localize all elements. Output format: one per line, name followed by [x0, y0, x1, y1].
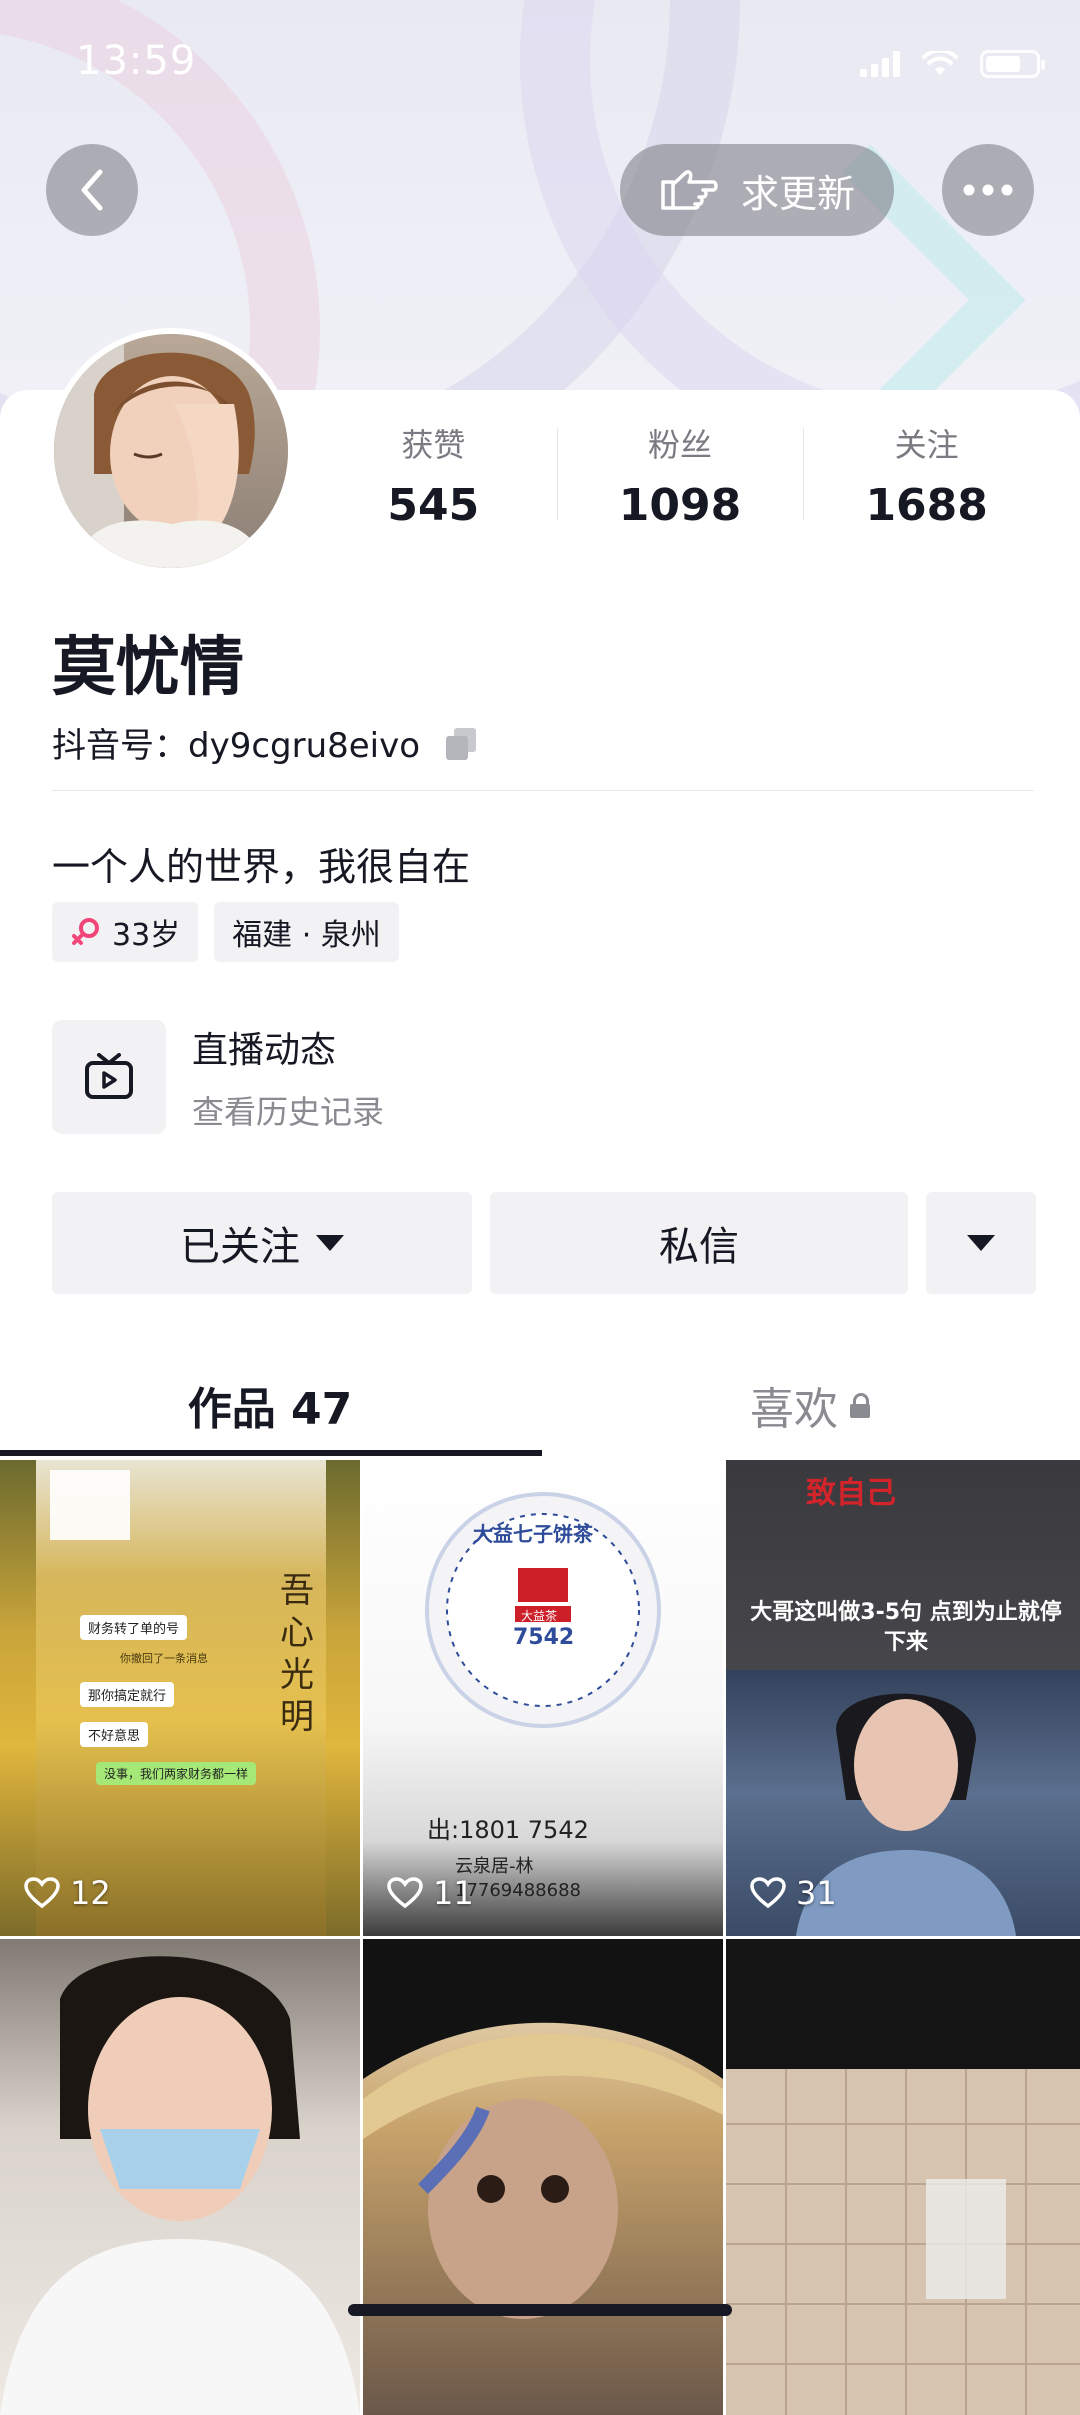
video-caption: 大哥这叫做3-5句 点到为止就停下来: [750, 1600, 1062, 1655]
chat-notice: 你撤回了一条消息: [120, 1652, 208, 1665]
stat-value: 1098: [618, 480, 742, 531]
content-tabs: 作品 47 喜欢: [0, 1350, 1080, 1460]
chat-bubble: 不好意思: [80, 1722, 149, 1747]
status-bar: 13:59: [0, 0, 1080, 130]
chat-bubble: 没事，我们两家财务都一样: [96, 1762, 257, 1785]
copy-icon[interactable]: [444, 726, 478, 760]
stat-value: 545: [387, 480, 480, 531]
video-likes: 11: [387, 1874, 474, 1912]
nickname: 莫忧情: [52, 631, 244, 705]
video-thumbnail[interactable]: [363, 1939, 723, 2415]
action-buttons: 已关注 私信: [52, 1192, 1036, 1294]
heart-icon: [24, 1877, 60, 1909]
followed-label: 已关注: [180, 1224, 300, 1270]
profile-tags: 33岁 福建 · 泉州: [52, 902, 399, 962]
divider: [52, 790, 1034, 791]
message-button[interactable]: 私信: [490, 1192, 908, 1294]
tab-indicator: [0, 1450, 542, 1456]
heart-icon: [750, 1877, 786, 1909]
chat-bubble: 财务转了单的号: [80, 1615, 188, 1640]
request-update-label: 求更新: [740, 171, 855, 216]
caret-down-icon: [967, 1235, 995, 1251]
stat-followers[interactable]: 粉丝 1098: [556, 420, 804, 540]
tab-likes-label: 喜欢: [750, 1384, 838, 1435]
stat-value: 1688: [865, 480, 988, 531]
live-tv-icon: [52, 1020, 166, 1134]
stat-following[interactable]: 关注 1688: [803, 420, 1050, 540]
calligraphy-text: 吾心光明: [280, 1571, 314, 1737]
tab-likes[interactable]: 喜欢: [540, 1350, 1080, 1460]
caret-down-icon: [316, 1235, 344, 1251]
status-time: 13:59: [76, 38, 197, 84]
bio: 一个人的世界，我很自在: [52, 845, 471, 889]
tab-works[interactable]: 作品 47: [0, 1350, 540, 1460]
video-likes: 31: [750, 1874, 837, 1912]
live-subtitle: 查看历史记录: [192, 1093, 385, 1131]
video-caption: 出:1801 7542: [427, 1816, 589, 1844]
video-thumbnail[interactable]: 致自己 大哥这叫做3-5句 点到为止就停下来 31: [726, 1460, 1080, 1936]
video-thumbnail[interactable]: [0, 1939, 360, 2415]
likes-count: 31: [796, 1874, 837, 1912]
tea-number-text: 7542: [513, 1625, 575, 1650]
video-thumbnail[interactable]: [726, 1939, 1080, 2415]
heart-icon: [387, 1877, 423, 1909]
selfie-image: [0, 1956, 360, 2415]
douyin-id-row: 抖音号：dy9cgru8eivo: [52, 718, 478, 767]
live-history-entry[interactable]: 直播动态 查看历史记录: [52, 1020, 384, 1134]
live-title: 直播动态: [192, 1030, 337, 1071]
more-button[interactable]: [942, 144, 1034, 236]
filter-face-image: [363, 1939, 723, 2319]
battery-icon: [980, 50, 1045, 78]
lock-icon: [850, 1393, 870, 1418]
age-label: 33岁: [112, 918, 181, 953]
wifi-icon: [922, 51, 958, 75]
video-likes: 12: [24, 1874, 111, 1912]
video-thumbnail[interactable]: 财务转了单的号 你撤回了一条消息 那你搞定就行 不好意思 没事，我们两家财务都一…: [0, 1460, 360, 1936]
chevron-left-icon: [81, 169, 103, 211]
followed-button[interactable]: 已关注: [52, 1192, 472, 1294]
back-button[interactable]: [46, 144, 138, 236]
douyin-id: 抖音号：dy9cgru8eivo: [52, 726, 421, 766]
likes-count: 11: [433, 1874, 474, 1912]
tea-brand-text: 大益七子饼茶: [473, 1522, 593, 1546]
likes-count: 12: [70, 1874, 111, 1912]
stat-label: 关注: [894, 426, 959, 464]
profile-stats: 获赞 545 粉丝 1098 关注 1688: [310, 420, 1050, 540]
stat-label: 获赞: [401, 426, 466, 464]
pointing-hand-icon: [661, 170, 718, 210]
location-tag: 福建 · 泉州: [214, 902, 399, 962]
signal-icon: [860, 51, 900, 77]
request-update-button[interactable]: 求更新: [620, 144, 894, 236]
video-title-text: 致自己: [806, 1476, 896, 1511]
home-indicator[interactable]: [348, 2304, 732, 2316]
tea-sub-text: 大益茶: [521, 1609, 558, 1623]
female-gender-icon: [72, 918, 99, 945]
stat-label: 粉丝: [648, 426, 713, 464]
video-grid: 财务转了单的号 你撤回了一条消息 那你搞定就行 不好意思 没事，我们两家财务都一…: [0, 1460, 1080, 2415]
age-tag: 33岁: [52, 902, 199, 962]
tab-works-label: 作品 47: [187, 1384, 353, 1435]
boxes-image: [726, 2069, 1080, 2415]
more-dots-icon: [963, 184, 1013, 196]
video-thumbnail[interactable]: 大益七子饼茶 大益茶 7542 出:1801 7542 云泉居-林 177694…: [363, 1460, 723, 1936]
avatar[interactable]: [48, 328, 294, 574]
more-actions-dropdown[interactable]: [926, 1192, 1036, 1294]
status-icons: [860, 50, 1045, 78]
message-label: 私信: [659, 1224, 739, 1270]
stat-likes[interactable]: 获赞 545: [310, 420, 557, 540]
chat-bubble: 那你搞定就行: [80, 1682, 175, 1707]
location-label: 福建 · 泉州: [232, 918, 381, 953]
